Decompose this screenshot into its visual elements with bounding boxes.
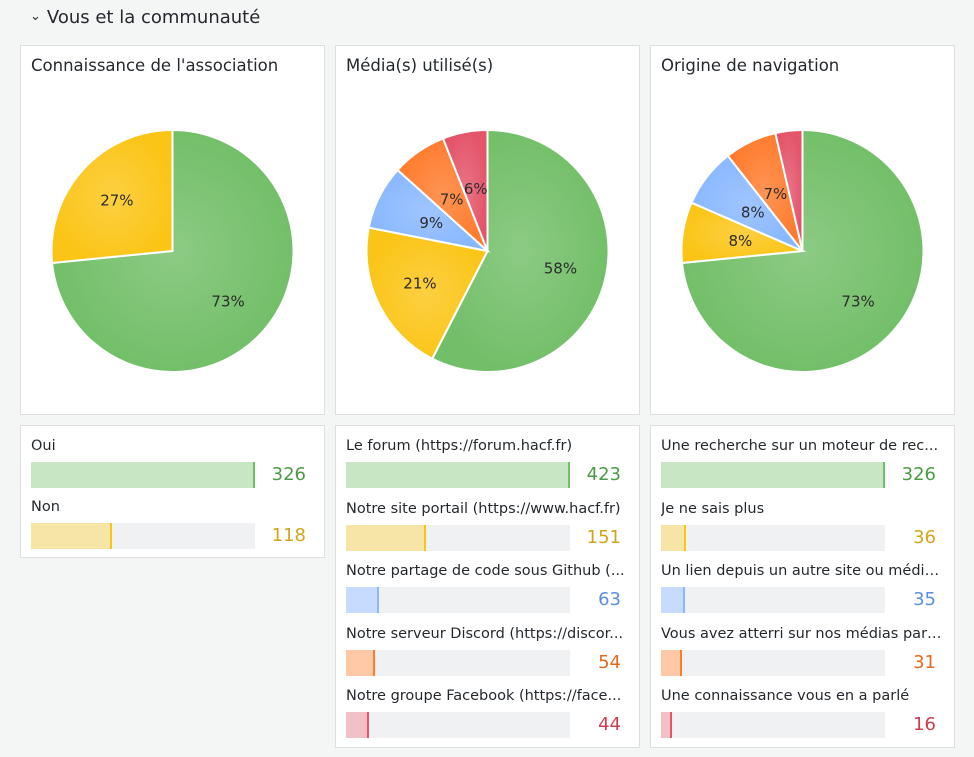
bar-gauge-item[interactable]: Non 118 bbox=[31, 499, 314, 551]
bar-gauge-label: Une recherche sur un moteur de rec... bbox=[661, 438, 939, 454]
pie-chart: 73% 27% bbox=[50, 128, 295, 373]
bar-gauge-panel: Le forum (https://forum.hacf.fr) 423 Notre… bbox=[335, 425, 640, 748]
bar-gauge-edge bbox=[683, 587, 685, 613]
bar-gauge-fill bbox=[661, 524, 686, 551]
bar-gauge-value: 63 bbox=[598, 589, 621, 610]
bar-gauge-value: 423 bbox=[586, 464, 621, 485]
bar-gauge-track bbox=[661, 649, 885, 676]
pie-panel: Origine de navigation 73% 8% 8% 7% bbox=[650, 45, 955, 415]
pie-slice-label: 73% bbox=[211, 292, 244, 310]
bar-gauge-edge bbox=[424, 524, 426, 551]
bar-gauge-fill bbox=[346, 649, 375, 676]
bar-gauge-track bbox=[661, 587, 885, 613]
row-header[interactable]: ⌄ Vous et la communauté bbox=[30, 4, 260, 30]
bar-gauge-label: Le forum (https://forum.hacf.fr) bbox=[346, 438, 573, 454]
bar-gauge-track bbox=[661, 462, 885, 488]
bar-gauge-fill bbox=[346, 524, 426, 551]
pie-slice-label: 8% bbox=[741, 204, 765, 222]
pie-slice-label: 7% bbox=[763, 185, 787, 203]
bar-gauge-fill bbox=[346, 462, 570, 488]
bar-gauge-edge bbox=[110, 523, 112, 549]
bar-gauge-track bbox=[31, 462, 255, 488]
pie-slice-label: 6% bbox=[464, 180, 488, 198]
bar-gauge-label: Oui bbox=[31, 438, 56, 454]
bar-gauge-track bbox=[346, 649, 570, 676]
bar-gauge-value: 118 bbox=[271, 525, 306, 546]
bar-gauge-edge bbox=[680, 649, 682, 676]
bar-gauge-edge bbox=[253, 462, 255, 488]
bar-gauge-label: Non bbox=[31, 499, 60, 515]
bar-gauge-fill bbox=[31, 462, 255, 488]
bar-gauge-edge bbox=[373, 649, 375, 676]
bar-gauge-label: Notre groupe Facebook (https://face... bbox=[346, 688, 622, 704]
bar-gauge-value: 54 bbox=[598, 651, 621, 673]
bar-gauge-item[interactable]: Une recherche sur un moteur de rec... 326 bbox=[661, 438, 944, 490]
pie-slice-label: 27% bbox=[100, 192, 133, 210]
bar-gauge-item[interactable]: Un lien depuis un autre site ou média...… bbox=[661, 563, 944, 615]
bar-gauge-label: Notre site portail (https://www.hacf.fr) bbox=[346, 500, 621, 517]
bar-gauge-label: Notre partage de code sous Github (... bbox=[346, 563, 625, 579]
bar-gauge-value: 44 bbox=[598, 714, 621, 735]
bar-gauge-panel: Oui 326 Non 118 bbox=[20, 425, 325, 558]
bar-gauge-label: Un lien depuis un autre site ou média... bbox=[661, 563, 944, 579]
bar-gauge-fill bbox=[661, 649, 682, 676]
pie-slice-label: 21% bbox=[403, 275, 436, 293]
bar-gauge-value: 326 bbox=[271, 464, 306, 485]
pie-panel: Média(s) utilisé(s) 58% 21% 9% 7% 6% bbox=[335, 45, 640, 415]
bar-gauge-value: 151 bbox=[586, 526, 621, 548]
bar-gauge-item[interactable]: Notre site portail (https://www.hacf.fr)… bbox=[346, 501, 629, 553]
bar-gauge-item[interactable]: Notre partage de code sous Github (... 63 bbox=[346, 563, 629, 615]
bar-gauge-track bbox=[346, 587, 570, 613]
bar-gauge-edge bbox=[684, 524, 686, 551]
bar-gauge-edge bbox=[883, 462, 885, 488]
pie-slice-label: 8% bbox=[728, 232, 752, 250]
bar-gauge-track bbox=[346, 462, 570, 488]
bar-gauge-fill bbox=[346, 712, 369, 738]
bar-gauge-item[interactable]: Je ne sais plus 36 bbox=[661, 501, 944, 553]
bar-gauge-track bbox=[346, 524, 570, 551]
bar-gauge-track bbox=[661, 712, 885, 738]
bar-gauge-label: Vous avez atterri sur nos médias par ... bbox=[661, 625, 944, 642]
bar-gauge-item[interactable]: Oui 326 bbox=[31, 438, 314, 490]
bar-gauge-edge bbox=[568, 462, 570, 488]
bar-gauge-edge bbox=[670, 712, 672, 738]
bar-gauge-value: 16 bbox=[913, 714, 936, 735]
bar-gauge-label: Notre serveur Discord (https://discor... bbox=[346, 625, 624, 642]
bar-gauge-item[interactable]: Notre serveur Discord (https://discor...… bbox=[346, 626, 629, 678]
bar-gauge-fill bbox=[346, 587, 379, 613]
bar-gauge-value: 326 bbox=[901, 464, 936, 485]
bar-gauge-item[interactable]: Notre groupe Facebook (https://face... 44 bbox=[346, 688, 629, 740]
row-title: Vous et la communauté bbox=[46, 6, 261, 28]
pie-chart: 58% 21% 9% 7%6% bbox=[365, 128, 610, 373]
bar-gauge-fill bbox=[31, 523, 112, 549]
bar-gauge-item[interactable]: Vous avez atterri sur nos médias par ...… bbox=[661, 626, 944, 678]
bar-gauge-label: Je ne sais plus bbox=[661, 500, 765, 517]
bar-gauge-label: Une connaissance vous en a parlé bbox=[661, 688, 910, 704]
bar-gauge-item[interactable]: Une connaissance vous en a parlé 16 bbox=[661, 688, 944, 740]
bar-gauge-fill bbox=[661, 587, 685, 613]
bar-gauge-panel: Une recherche sur un moteur de rec... 326… bbox=[650, 425, 955, 748]
chevron-down-icon[interactable]: ⌄ bbox=[30, 9, 41, 24]
pie-slice-label: 9% bbox=[419, 214, 443, 232]
pie-slice-label: 58% bbox=[544, 260, 577, 278]
bar-gauge-edge bbox=[377, 587, 379, 613]
pie-panel: Connaissance de l'association 73% 27% bbox=[20, 45, 325, 415]
bar-gauge-value: 31 bbox=[913, 651, 936, 673]
bar-gauge-value: 35 bbox=[913, 589, 936, 610]
bar-gauge-track bbox=[346, 712, 570, 738]
bar-gauge-fill bbox=[661, 462, 885, 488]
bar-gauge-item[interactable]: Le forum (https://forum.hacf.fr) 423 bbox=[346, 438, 629, 490]
pie-chart: 73%8%8%7% bbox=[680, 128, 925, 373]
bar-gauge-edge bbox=[367, 712, 369, 738]
bar-gauge-value: 36 bbox=[913, 526, 936, 548]
pie-slice-label: 7% bbox=[440, 190, 464, 208]
bar-gauge-track bbox=[31, 523, 255, 549]
pie-slice-label: 73% bbox=[841, 292, 874, 310]
bar-gauge-track bbox=[661, 524, 885, 551]
